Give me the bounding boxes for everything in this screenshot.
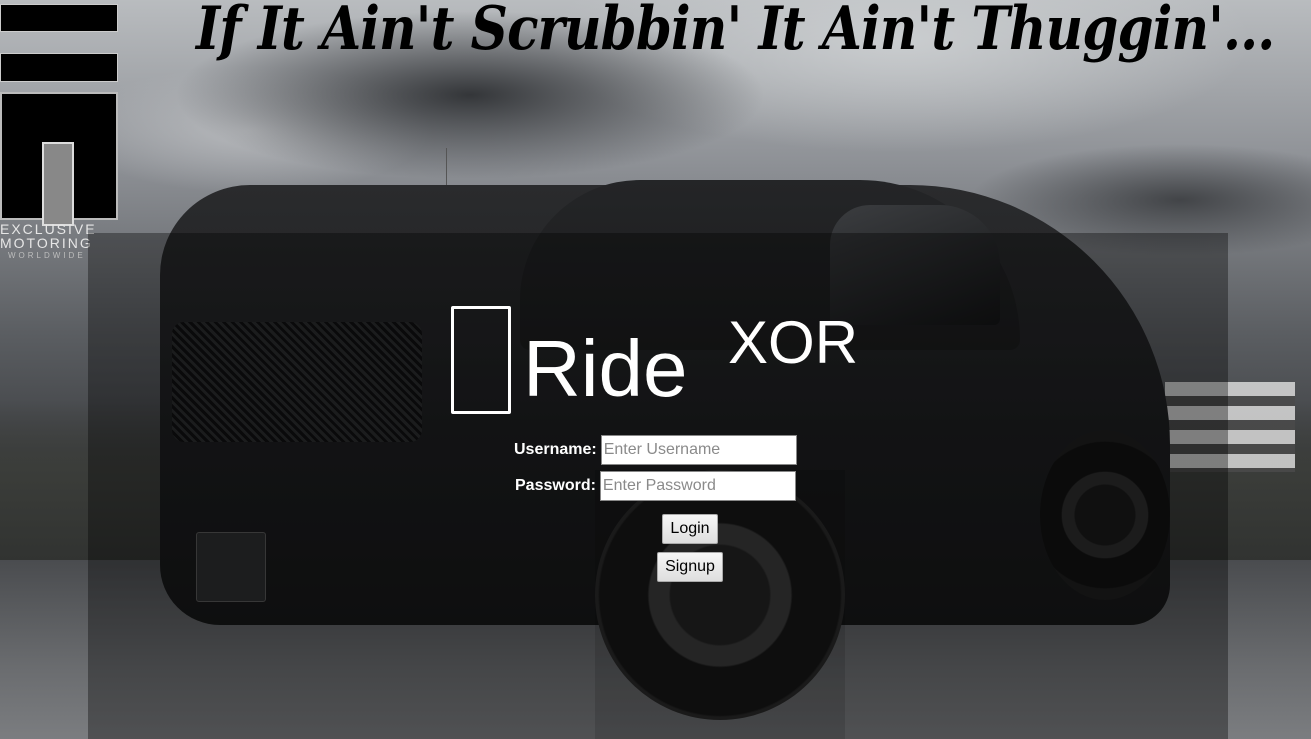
login-panel-overlay <box>595 470 845 739</box>
username-input[interactable] <box>600 435 797 465</box>
login-button[interactable]: Login <box>662 514 718 544</box>
password-label: Password: <box>515 477 596 494</box>
password-row: Password: <box>515 471 796 501</box>
logo-bar-middle <box>0 53 118 82</box>
brand-superscript: XOR <box>728 309 859 376</box>
signup-button[interactable]: Signup <box>657 552 723 582</box>
brand-name: Ride <box>523 324 688 413</box>
car-icon <box>451 306 511 414</box>
logo-bar-top <box>0 4 118 32</box>
logo-text-line3: WORLDWIDE <box>8 251 86 260</box>
password-input[interactable] <box>599 471 796 501</box>
username-label: Username: <box>514 441 597 458</box>
logo-text-line2: MOTORING <box>0 235 93 251</box>
page-headline: If It Ain't Scrubbin' It Ain't Thuggin'.… <box>196 0 1275 64</box>
logo-shape <box>0 92 118 226</box>
username-row: Username: <box>514 435 797 465</box>
exclusive-motoring-logo: EXCLUSIVE MOTORING WORLDWIDE <box>0 0 120 262</box>
